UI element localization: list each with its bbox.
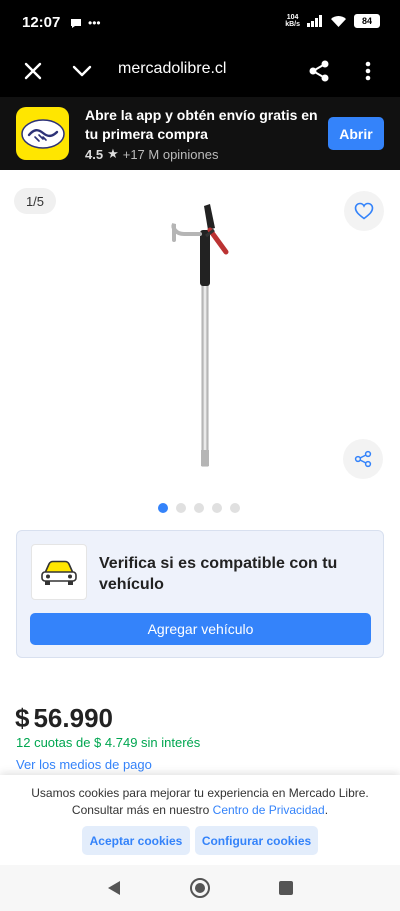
app-install-banner: Abre la app y obtén envío gratis en tu p… xyxy=(0,97,400,170)
payment-methods-link[interactable]: Ver los medios de pago xyxy=(16,757,152,772)
status-right-icons: 104 kB/s 84 xyxy=(285,14,380,28)
rating-score: 4.5 xyxy=(85,146,104,162)
home-icon[interactable] xyxy=(189,877,211,899)
share-icon xyxy=(354,450,372,468)
product-gallery[interactable]: 1/5 xyxy=(0,170,400,520)
signal-icon xyxy=(307,15,322,27)
network-speed: 104 kB/s xyxy=(285,14,300,28)
browser-toolbar: mercadolibre.cl xyxy=(0,45,400,97)
installments-text: 12 cuotas de $ 4.749 sin interés xyxy=(16,735,201,750)
cookie-line-1: Usamos cookies para mejorar tu experienc… xyxy=(31,786,369,800)
favorite-button[interactable] xyxy=(344,191,384,231)
gallery-pagination xyxy=(158,503,240,513)
share-icon[interactable] xyxy=(305,57,333,85)
price-amount: 56.990 xyxy=(33,703,113,733)
banner-title: Abre la app y obtén envío gratis en tu p… xyxy=(85,107,318,142)
close-icon[interactable] xyxy=(19,57,47,85)
wifi-icon xyxy=(331,15,346,27)
back-icon[interactable] xyxy=(103,877,125,899)
status-notification-icons: ••• xyxy=(70,16,101,30)
cookie-message: Usamos cookies para mejorar tu experienc… xyxy=(10,785,390,819)
recents-icon[interactable] xyxy=(275,877,297,899)
star-icon: ★ xyxy=(107,146,119,161)
url-text[interactable]: mercadolibre.cl xyxy=(118,60,226,78)
more-vertical-icon[interactable] xyxy=(354,57,382,85)
banner-rating: 4.5 ★ +17 M opiniones xyxy=(85,146,219,162)
gallery-dot[interactable] xyxy=(230,503,240,513)
cookie-consent-panel: Usamos cookies para mejorar tu experienc… xyxy=(0,775,400,865)
share-product-button[interactable] xyxy=(343,439,383,479)
open-app-button[interactable]: Abrir xyxy=(328,117,384,150)
image-counter: 1/5 xyxy=(14,188,56,214)
battery-icon: 84 xyxy=(354,14,380,28)
configure-cookies-button[interactable]: Configurar cookies xyxy=(195,826,318,855)
privacy-center-link[interactable]: Centro de Privacidad xyxy=(213,803,325,817)
price-currency: $ xyxy=(15,703,30,733)
gallery-dot[interactable] xyxy=(212,503,222,513)
rating-count: +17 M opiniones xyxy=(122,146,219,162)
mercadolibre-logo-icon xyxy=(16,107,69,160)
car-icon xyxy=(31,544,87,600)
chevron-down-icon[interactable] xyxy=(68,57,96,85)
system-navigation-bar xyxy=(0,865,400,911)
more-notifications-icon: ••• xyxy=(88,16,101,30)
compatibility-text: Verifica si es compatible con tu vehícul… xyxy=(99,555,338,593)
heart-icon xyxy=(354,202,374,220)
gallery-dot[interactable] xyxy=(158,503,168,513)
accept-cookies-button[interactable]: Aceptar cookies xyxy=(82,826,190,855)
chat-bubble-icon xyxy=(71,18,81,28)
product-price: $ 56.990 xyxy=(15,703,113,734)
product-image xyxy=(171,204,229,467)
gallery-dot[interactable] xyxy=(194,503,204,513)
status-bar: 12:07 ••• 104 kB/s 84 xyxy=(0,0,400,45)
cookie-line-2: Consultar más en nuestro Centro de Priva… xyxy=(71,803,329,817)
status-time: 12:07 xyxy=(22,14,61,31)
gallery-dot[interactable] xyxy=(176,503,186,513)
vehicle-compatibility-card: Verifica si es compatible con tu vehícul… xyxy=(16,530,384,658)
add-vehicle-button[interactable]: Agregar vehículo xyxy=(30,613,371,645)
